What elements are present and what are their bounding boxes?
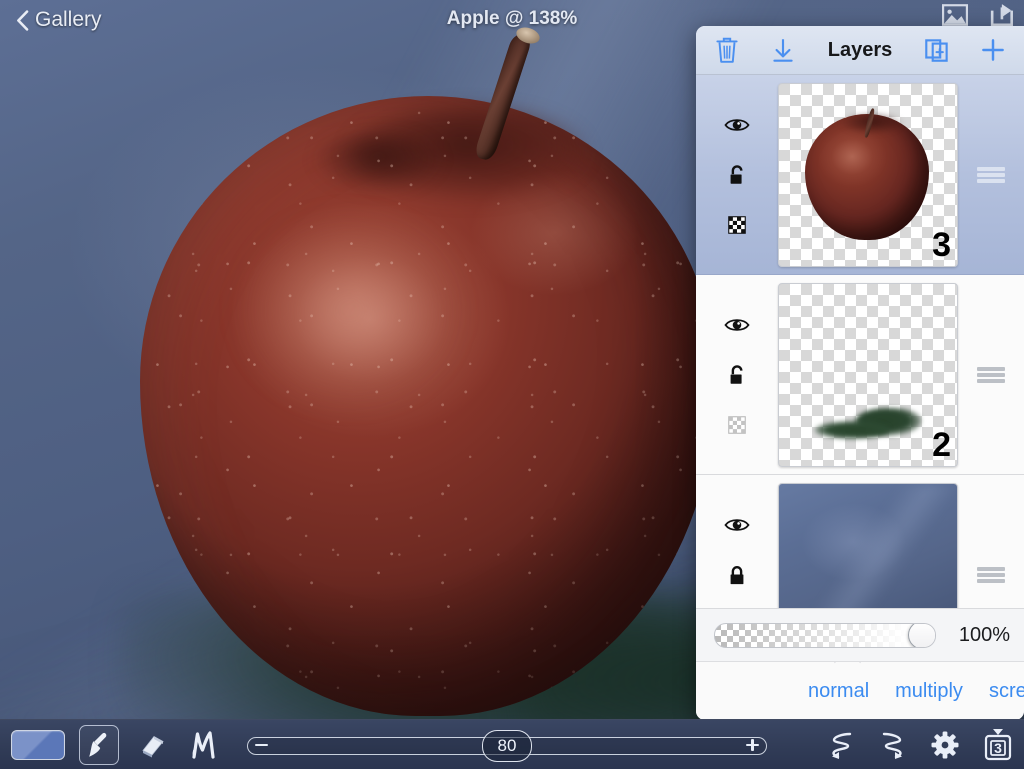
eye-icon[interactable]	[724, 514, 750, 536]
redo-icon[interactable]	[878, 730, 908, 760]
paintbrush-icon	[89, 732, 107, 757]
layer-thumbnail[interactable]	[778, 482, 958, 608]
shadow-stroke-blob-2	[815, 420, 889, 439]
blend-mode-screen[interactable]: screen	[989, 680, 1024, 703]
share-icon[interactable]	[988, 2, 1018, 28]
drag-handle-bar	[977, 566, 1005, 571]
opacity-slider[interactable]	[714, 622, 936, 648]
unlock-icon[interactable]	[724, 364, 750, 386]
smudge-tool[interactable]	[185, 726, 223, 764]
brush-size-slider[interactable]: 80	[247, 729, 767, 762]
smudge-icon	[192, 730, 215, 759]
layers-panel-title: Layers	[827, 38, 893, 61]
blend-mode-multiply[interactable]: multiply	[895, 680, 963, 703]
layers-panel: Layers 3 2 100% normal multiply scr	[696, 26, 1024, 720]
duplicate-icon[interactable]	[922, 35, 952, 65]
layers-list[interactable]: 3 2	[696, 75, 1024, 608]
drag-handle-bar	[977, 378, 1005, 383]
apple-rim-shading	[140, 96, 716, 716]
brush-size-value[interactable]: 80	[482, 729, 532, 762]
gear-icon[interactable]	[930, 730, 960, 760]
eye-icon[interactable]	[724, 314, 750, 336]
plus-icon[interactable]	[978, 35, 1008, 65]
bottom-toolbar: 80 3	[0, 719, 1024, 769]
layer-row[interactable]	[696, 475, 1024, 608]
unlock-icon[interactable]	[724, 164, 750, 186]
blend-mode-normal[interactable]: normal	[808, 680, 869, 703]
minus-icon[interactable]	[255, 741, 268, 749]
thumbnail-shadow-stroke	[815, 407, 923, 440]
layer-thumbnail[interactable]: 2	[778, 282, 958, 467]
blend-mode-notch	[834, 662, 861, 676]
opacity-value: 100%	[958, 623, 1010, 646]
drag-handle-icon[interactable]	[958, 365, 1024, 385]
download-arrow-icon[interactable]	[768, 35, 798, 65]
image-icon[interactable]	[940, 2, 970, 28]
layers-button-badge: 3	[994, 739, 1002, 756]
layer-number: 3	[932, 225, 951, 264]
drag-handle-bar	[977, 166, 1005, 171]
undo-icon[interactable]	[826, 730, 856, 760]
eraser-tool[interactable]	[133, 726, 171, 764]
layers-button[interactable]: 3	[982, 728, 1014, 761]
blend-mode-bar[interactable]: normal multiply screen	[696, 661, 1024, 720]
eye-icon[interactable]	[724, 114, 750, 136]
opacity-slider-knob[interactable]	[908, 623, 935, 647]
drag-handle-bar	[977, 578, 1005, 583]
layer-row-icons	[696, 114, 778, 236]
layer-row[interactable]: 3	[696, 75, 1024, 275]
drag-handle-bar	[977, 178, 1005, 183]
brush-tool[interactable]	[79, 724, 119, 765]
drag-handle-icon[interactable]	[958, 165, 1024, 185]
apple-artwork	[140, 96, 716, 716]
lock-icon[interactable]	[724, 564, 750, 586]
drag-handle-bar	[977, 372, 1005, 377]
layer-row[interactable]: 2	[696, 275, 1024, 475]
drag-handle-icon[interactable]	[958, 565, 1024, 585]
top-right-tools	[940, 2, 1018, 28]
checkerboard-icon[interactable]	[724, 214, 750, 236]
procreate-app-window: Gallery Apple @ 138% Layers 3 2 100% nor…	[0, 0, 1024, 769]
layer-number: 2	[932, 425, 951, 464]
drag-handle-bar	[977, 366, 1005, 371]
trash-icon[interactable]	[712, 35, 742, 65]
layer-row-icons	[696, 514, 778, 609]
drag-handle-bar	[977, 572, 1005, 577]
thumbnail-cloth-background	[779, 483, 957, 608]
layers-panel-header: Layers	[696, 26, 1024, 75]
layer-opacity-bar: 100%	[696, 608, 1024, 661]
checkerboard-icon[interactable]	[724, 414, 750, 436]
plus-icon[interactable]	[746, 738, 759, 751]
drag-handle-bar	[977, 172, 1005, 177]
color-swatch[interactable]	[11, 729, 65, 760]
bottom-right-tools: 3	[826, 728, 1014, 761]
layer-row-icons	[696, 314, 778, 436]
layer-thumbnail[interactable]: 3	[778, 82, 958, 267]
eraser-icon	[142, 735, 164, 757]
